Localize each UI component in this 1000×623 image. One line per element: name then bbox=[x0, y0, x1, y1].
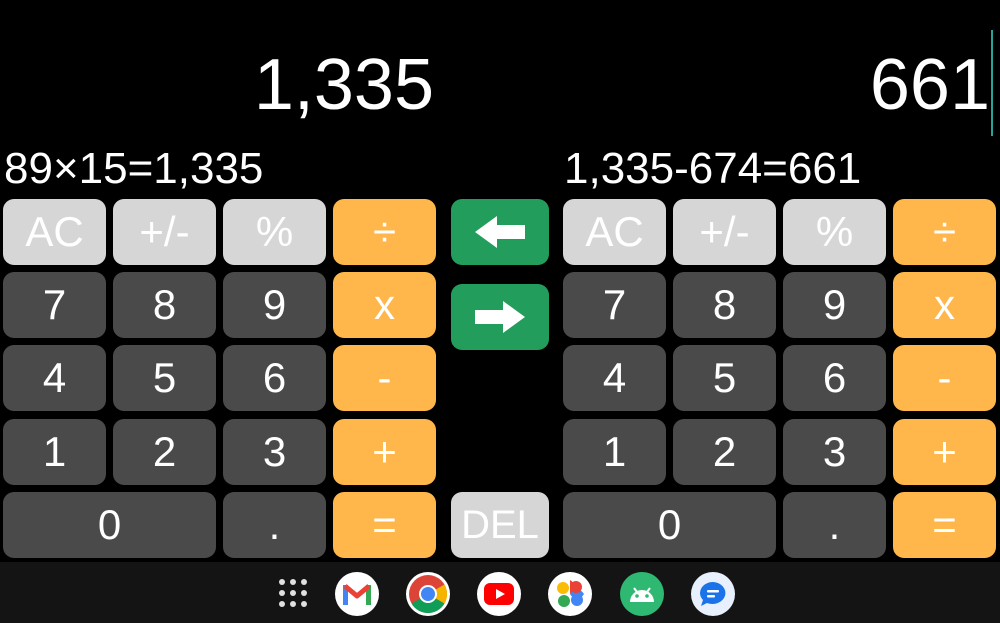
right-keypad: AC +/-% ÷ 7 8 9 x 4 5 6- 1 2 3 +0. = bbox=[563, 199, 997, 560]
right-equals-button[interactable]: = bbox=[893, 492, 996, 558]
app-drawer-icon[interactable] bbox=[279, 579, 307, 607]
right-digit-8-button[interactable]: 8 bbox=[673, 272, 776, 338]
left-divide-button[interactable]: ÷ bbox=[333, 199, 436, 265]
youtube-icon[interactable] bbox=[477, 572, 521, 616]
left-digit-5-button[interactable]: 5 bbox=[113, 345, 216, 411]
right-percent-button[interactable]: % bbox=[783, 199, 886, 265]
left-keypad: AC +/-% ÷ 7 8 9 x 4 5 6- 1 2 3 +0. = bbox=[3, 199, 437, 560]
left-digit-6-button[interactable]: 6 bbox=[223, 345, 326, 411]
chrome-icon[interactable] bbox=[406, 572, 450, 616]
right-expression: 1,335-674=661 bbox=[564, 144, 862, 193]
right-digit-0-button[interactable]: 0 bbox=[563, 492, 776, 558]
left-digit-8-button[interactable]: 8 bbox=[113, 272, 216, 338]
left-digit-1-button[interactable]: 1 bbox=[3, 419, 106, 485]
delete-button[interactable]: DEL bbox=[451, 492, 549, 558]
left-minus-button[interactable]: - bbox=[333, 345, 436, 411]
photos-icon[interactable] bbox=[548, 572, 592, 616]
messages-icon[interactable] bbox=[691, 572, 735, 616]
right-digit-5-button[interactable]: 5 bbox=[673, 345, 776, 411]
left-digit-7-button[interactable]: 7 bbox=[3, 272, 106, 338]
left-multiply-button[interactable]: x bbox=[333, 272, 436, 338]
copy-to-left-button[interactable] bbox=[451, 199, 549, 265]
right-result-display: 661 bbox=[869, 45, 990, 125]
right-minus-button[interactable]: - bbox=[893, 345, 996, 411]
left-plus-button[interactable]: + bbox=[333, 419, 436, 485]
right-digit-6-button[interactable]: 6 bbox=[783, 345, 886, 411]
arrow-left-icon bbox=[475, 216, 525, 248]
left-all-clear-button[interactable]: AC bbox=[3, 199, 106, 265]
arrow-right-icon bbox=[475, 301, 525, 333]
right-plus-button[interactable]: + bbox=[893, 419, 996, 485]
right-digit-2-button[interactable]: 2 bbox=[673, 419, 776, 485]
left-digit-3-button[interactable]: 3 bbox=[223, 419, 326, 485]
right-multiply-button[interactable]: x bbox=[893, 272, 996, 338]
left-digit-0-button[interactable]: 0 bbox=[3, 492, 216, 558]
right-digit-4-button[interactable]: 4 bbox=[563, 345, 666, 411]
left-result-display: 1,335 bbox=[253, 45, 434, 125]
right-decimal-button[interactable]: . bbox=[783, 492, 886, 558]
right-digit-3-button[interactable]: 3 bbox=[783, 419, 886, 485]
android-icon[interactable] bbox=[620, 572, 664, 616]
left-digit-2-button[interactable]: 2 bbox=[113, 419, 216, 485]
left-equals-button[interactable]: = bbox=[333, 492, 436, 558]
right-digit-7-button[interactable]: 7 bbox=[563, 272, 666, 338]
right-divide-button[interactable]: ÷ bbox=[893, 199, 996, 265]
text-caret bbox=[991, 30, 993, 136]
gmail-icon[interactable] bbox=[335, 572, 379, 616]
left-expression: 89×15=1,335 bbox=[4, 144, 264, 193]
left-plus-minus-button[interactable]: +/- bbox=[113, 199, 216, 265]
right-all-clear-button[interactable]: AC bbox=[563, 199, 666, 265]
left-decimal-button[interactable]: . bbox=[223, 492, 326, 558]
left-digit-9-button[interactable]: 9 bbox=[223, 272, 326, 338]
left-percent-button[interactable]: % bbox=[223, 199, 326, 265]
right-digit-9-button[interactable]: 9 bbox=[783, 272, 886, 338]
right-digit-1-button[interactable]: 1 bbox=[563, 419, 666, 485]
left-digit-4-button[interactable]: 4 bbox=[3, 345, 106, 411]
copy-to-right-button[interactable] bbox=[451, 284, 549, 350]
right-plus-minus-button[interactable]: +/- bbox=[673, 199, 776, 265]
